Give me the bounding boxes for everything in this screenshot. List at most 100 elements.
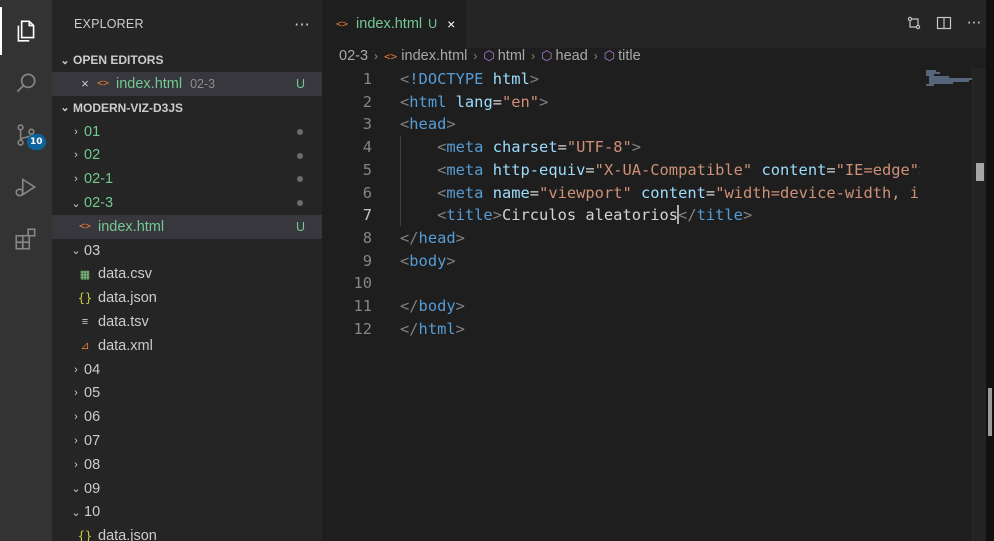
code-line[interactable]: 1 <!DOCTYPE html> xyxy=(322,68,920,91)
file-label: data.json xyxy=(98,290,157,307)
chevron-down-icon: ⌄ xyxy=(60,54,70,67)
file-data-csv[interactable]: ▦ data.csv xyxy=(52,263,322,287)
folder-09[interactable]: ⌄ 09 xyxy=(52,477,322,501)
file-data-json-2[interactable]: {} data.json xyxy=(52,524,322,541)
open-editor-item[interactable]: × <> index.html 02-3 U xyxy=(52,72,322,96)
rss-file-icon: ⊿ xyxy=(80,340,90,353)
html-file-icon: <> xyxy=(96,78,110,90)
breadcrumb-symbol-html[interactable]: html xyxy=(498,48,525,64)
vertical-scrollbar[interactable] xyxy=(972,68,986,541)
code-text: <meta charset="UTF-8"> xyxy=(437,138,642,157)
close-icon[interactable]: × xyxy=(76,76,94,91)
chevron-right-icon: › xyxy=(74,435,78,448)
line-number: 1 xyxy=(362,70,372,88)
code-text: <!DOCTYPE html> xyxy=(400,70,540,88)
code-line[interactable]: 8 </head> xyxy=(322,227,920,250)
code-line[interactable]: 4 <meta charset="UTF-8"> xyxy=(322,136,920,159)
code-line[interactable]: 11 </body> xyxy=(322,295,920,318)
chevron-down-icon: ⌄ xyxy=(60,102,70,115)
code-text: <title>Circulos aleatorios</title> xyxy=(437,205,753,225)
chevron-down-icon: ⌄ xyxy=(71,506,81,519)
explorer-header: EXPLORER ··· xyxy=(52,0,322,48)
run-debug-icon[interactable] xyxy=(0,163,52,211)
line-number: 4 xyxy=(362,138,372,157)
chevron-right-icon: › xyxy=(74,387,78,400)
folder-02[interactable]: › 02 xyxy=(52,144,322,168)
folder-05[interactable]: › 05 xyxy=(52,382,322,406)
line-number: 7 xyxy=(362,206,372,225)
folder-07[interactable]: › 07 xyxy=(52,429,322,453)
text-file-icon: ≡ xyxy=(81,316,89,329)
code-text: </html> xyxy=(400,319,465,338)
file-label: data.xml xyxy=(98,337,153,354)
breadcrumb-file[interactable]: index.html xyxy=(401,48,467,64)
file-data-xml[interactable]: ⊿ data.xml xyxy=(52,334,322,358)
code-line[interactable]: 10 xyxy=(322,272,920,295)
more-actions-icon[interactable]: ··· xyxy=(966,14,982,32)
scroll-position-marker xyxy=(976,163,984,181)
file-label: data.json xyxy=(98,528,157,541)
code-line[interactable]: 9 <body> xyxy=(322,250,920,273)
file-data-json[interactable]: {} data.json xyxy=(52,286,322,310)
code-line[interactable]: 12 </html> xyxy=(322,318,920,341)
source-control-icon[interactable]: 10 xyxy=(0,111,52,159)
breadcrumb-folder[interactable]: 02-3 xyxy=(339,48,368,64)
folder-label: 02-3 xyxy=(84,195,114,212)
extensions-icon[interactable] xyxy=(0,215,52,263)
code-text: </head> xyxy=(400,228,465,247)
window-edge xyxy=(986,0,994,541)
project-header: MODERN-VIZ-D3JS xyxy=(73,100,184,115)
chevron-right-icon: › xyxy=(74,458,78,471)
folder-10[interactable]: ⌄ 10 xyxy=(52,501,322,525)
explorer-icon[interactable] xyxy=(0,7,52,55)
folder-label: 02 xyxy=(84,147,101,164)
code-line[interactable]: 3 <head> xyxy=(322,113,920,136)
tab-close-icon[interactable]: × xyxy=(447,16,455,32)
line-number: 2 xyxy=(362,92,372,111)
folder-label: 04 xyxy=(84,361,101,378)
search-icon[interactable] xyxy=(0,59,52,107)
folder-03[interactable]: ⌄ 03 xyxy=(52,239,322,263)
line-number: 6 xyxy=(362,183,372,202)
project-section[interactable]: ⌄ MODERN-VIZ-D3JS xyxy=(52,96,322,120)
chevron-right-icon: › xyxy=(374,49,379,63)
chevron-right-icon: › xyxy=(531,49,536,63)
code-line[interactable]: 2 <html lang="en"> xyxy=(322,91,920,114)
folder-label: 09 xyxy=(84,480,101,497)
modified-dot xyxy=(297,128,303,135)
editor-actions: ··· xyxy=(906,14,982,32)
code-line[interactable]: 6 <meta name="viewport" content="width=d… xyxy=(322,182,920,205)
open-editors-section[interactable]: ⌄ OPEN EDITORS xyxy=(52,48,322,72)
code-editor[interactable]: 1 <!DOCTYPE html> 2 <html lang="en"> 3 <head>… xyxy=(322,68,920,541)
line-number: 10 xyxy=(353,274,372,293)
more-actions-icon[interactable]: ··· xyxy=(282,15,322,34)
minimap[interactable] xyxy=(920,68,973,541)
chevron-down-icon: ⌄ xyxy=(71,483,81,496)
scm-badge: 10 xyxy=(27,134,46,150)
folder-02-1[interactable]: › 02-1 xyxy=(52,167,322,191)
folder-04[interactable]: › 04 xyxy=(52,358,322,382)
element-symbol-icon: ⬡ xyxy=(541,48,553,63)
split-editor-icon[interactable] xyxy=(936,14,952,32)
breadcrumb-symbol-head[interactable]: head xyxy=(556,48,588,64)
element-symbol-icon: ⬡ xyxy=(483,48,495,63)
json-file-icon: {} xyxy=(77,291,93,306)
file-index-html[interactable]: <> index.html U xyxy=(52,214,322,239)
line-number: 5 xyxy=(362,160,372,179)
folder-08[interactable]: › 08 xyxy=(52,453,322,477)
code-text: <meta http-equiv="X-UA-Compatible" conte… xyxy=(437,160,920,179)
open-editor-folder: 02-3 xyxy=(190,76,216,91)
breadcrumb-symbol-title[interactable]: title xyxy=(618,48,641,64)
folder-01[interactable]: › 01 xyxy=(52,120,322,144)
outer-scroll-thumb[interactable] xyxy=(988,388,992,436)
file-data-tsv[interactable]: ≡ data.tsv xyxy=(52,310,322,334)
code-line[interactable]: 5 <meta http-equiv="X-UA-Compatible" con… xyxy=(322,159,920,182)
code-line[interactable]: 7 <title>Circulos aleatorios</title> xyxy=(322,204,920,227)
folder-06[interactable]: › 06 xyxy=(52,405,322,429)
folder-label: 02-1 xyxy=(84,171,114,188)
line-number: 9 xyxy=(362,251,372,270)
tab-index-html[interactable]: <> index.html U × xyxy=(322,0,466,48)
compare-changes-icon[interactable] xyxy=(906,14,922,32)
chevron-right-icon: › xyxy=(74,363,78,376)
folder-02-3[interactable]: ⌄ 02-3 xyxy=(52,191,322,215)
